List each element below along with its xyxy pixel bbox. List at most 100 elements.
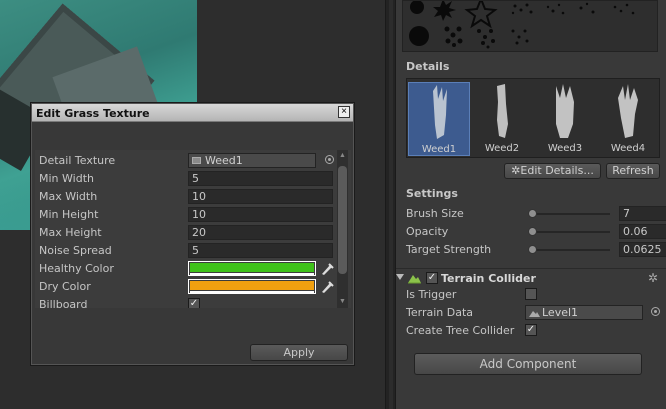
noise-spread-input[interactable]: 5 [188,243,333,258]
dialog-properties: Detail Texture Weed1 Min Width 5 Max Wid… [35,150,351,308]
max-height-input[interactable]: 20 [188,225,333,240]
healthy-color-swatch[interactable] [188,261,316,276]
alpha-bar [190,291,314,293]
brush-size-label: Brush Size [406,207,464,220]
terrain-collider-icon [408,275,421,284]
weed3-thumbnail [556,84,574,138]
weed2-thumbnail [497,84,508,138]
noise-spread-row: Noise Spread 5 [35,242,335,260]
terrain-data-field[interactable]: Level1 [525,305,643,320]
brush-shapes[interactable] [403,1,658,52]
dry-color-label: Dry Color [39,280,91,293]
billboard-row: Billboard ✓ [35,296,335,308]
detail-tile-weed4[interactable]: Weed4 [597,82,659,156]
detail-tile-label: Weed3 [547,143,583,154]
detail-texture-label: Detail Texture [39,154,116,167]
terrain-collider-header[interactable]: ✓ Terrain Collider ✲ [396,268,666,288]
brush-palette[interactable] [402,0,658,52]
object-picker-icon[interactable] [325,155,334,164]
detail-texture-value: Weed1 [205,154,243,167]
detail-tile-label: Weed2 [484,143,520,154]
opacity-slider[interactable] [530,231,610,233]
max-height-label: Max Height [39,226,102,239]
max-height-row: Max Height 20 [35,224,335,242]
detail-tile-weed3[interactable]: Weed3 [534,82,596,156]
edit-details-label: Edit Details... [520,164,594,177]
panel-splitter[interactable] [385,0,396,409]
gear-icon[interactable]: ✲ [648,271,662,285]
settings-section-title: Settings [406,187,458,200]
min-width-row: Min Width 5 [35,170,335,188]
max-width-label: Max Width [39,190,98,203]
weed1-thumbnail [433,85,447,139]
opacity-label: Opacity [406,225,449,238]
healthy-color-fill [190,263,314,272]
foldout-arrow-icon[interactable] [396,274,404,280]
target-strength-label: Target Strength [406,243,492,256]
dry-color-swatch[interactable] [188,279,316,294]
details-grid: Weed1 Weed2 Weed3 Weed4 [406,78,660,158]
detail-texture-row: Detail Texture Weed1 [35,152,335,170]
terrain-data-label: Terrain Data [406,306,473,319]
weed4-thumbnail [618,84,638,138]
brush-size-input[interactable]: 7 [619,206,666,221]
min-width-input[interactable]: 5 [188,171,333,186]
noise-spread-label: Noise Spread [39,244,112,257]
max-width-row: Max Width 10 [35,188,335,206]
gear-icon: ✲ [511,164,521,177]
terrain-data-icon [529,311,540,317]
detail-tile-weed1[interactable]: Weed1 [408,82,470,156]
is-trigger-row: Is Trigger [406,286,662,304]
scroll-up-icon[interactable]: ▲ [338,151,347,161]
terrain-collider-enabled-checkbox[interactable]: ✓ [426,272,438,284]
opacity-input[interactable]: 0.06 [619,224,666,239]
object-picker-icon[interactable] [651,307,660,316]
inspector-panel: Details Weed1 Weed2 Weed3 Weed4 ✲Edit De… [396,0,666,409]
brush-size-slider[interactable] [530,213,610,215]
billboard-checkbox[interactable]: ✓ [188,298,200,308]
min-width-label: Min Width [39,172,94,185]
apply-button[interactable]: Apply [250,344,348,361]
opacity-slider-knob[interactable] [528,227,537,236]
dialog-title: Edit Grass Texture [36,107,150,120]
create-tree-colliders-label: Create Tree Collider [406,324,515,337]
detail-tile-label: Weed1 [421,144,457,155]
detail-tile-label: Weed4 [610,143,646,154]
eyedropper-icon[interactable] [320,279,334,294]
target-strength-slider[interactable] [530,249,610,251]
checkmark-icon: ✓ [427,272,437,283]
opacity-row: Opacity 0.06 [406,223,666,241]
min-height-input[interactable]: 10 [188,207,333,222]
detail-texture-field[interactable]: Weed1 [188,153,316,168]
terrain-data-row: Terrain Data Level1 [406,304,662,322]
healthy-color-label: Healthy Color [39,262,114,275]
detail-tile-weed2[interactable]: Weed2 [471,82,533,156]
target-strength-row: Target Strength 0.0625 [406,241,666,259]
target-strength-slider-knob[interactable] [528,245,537,254]
create-tree-colliders-row: Create Tree Collider ✓ [406,322,662,340]
dialog-titlebar[interactable]: Edit Grass Texture × [32,104,353,122]
add-component-button[interactable]: Add Component [414,353,642,375]
brush-size-row: Brush Size 7 [406,205,666,223]
dry-color-row: Dry Color [35,278,335,296]
brush-size-slider-knob[interactable] [528,209,537,218]
terrain-data-value: Level1 [542,306,579,319]
texture-icon [192,157,201,164]
is-trigger-checkbox[interactable] [525,288,537,300]
edit-grass-texture-dialog: Edit Grass Texture × Detail Texture Weed… [30,102,355,366]
create-tree-colliders-checkbox[interactable]: ✓ [525,324,537,336]
min-height-label: Min Height [39,208,99,221]
dialog-scrollbar[interactable]: ▲ ▼ [337,150,348,308]
max-width-input[interactable]: 10 [188,189,333,204]
alpha-bar [190,273,314,275]
refresh-button[interactable]: Refresh [606,163,660,179]
eyedropper-icon[interactable] [320,261,334,276]
splitter-grip[interactable] [389,0,393,409]
dry-color-fill [190,281,314,290]
scroll-down-icon[interactable]: ▼ [338,297,347,307]
scrollbar-thumb[interactable] [338,166,347,274]
target-strength-input[interactable]: 0.0625 [619,242,666,257]
close-icon[interactable]: × [338,106,350,118]
healthy-color-row: Healthy Color [35,260,335,278]
edit-details-button[interactable]: ✲Edit Details... [504,163,601,179]
